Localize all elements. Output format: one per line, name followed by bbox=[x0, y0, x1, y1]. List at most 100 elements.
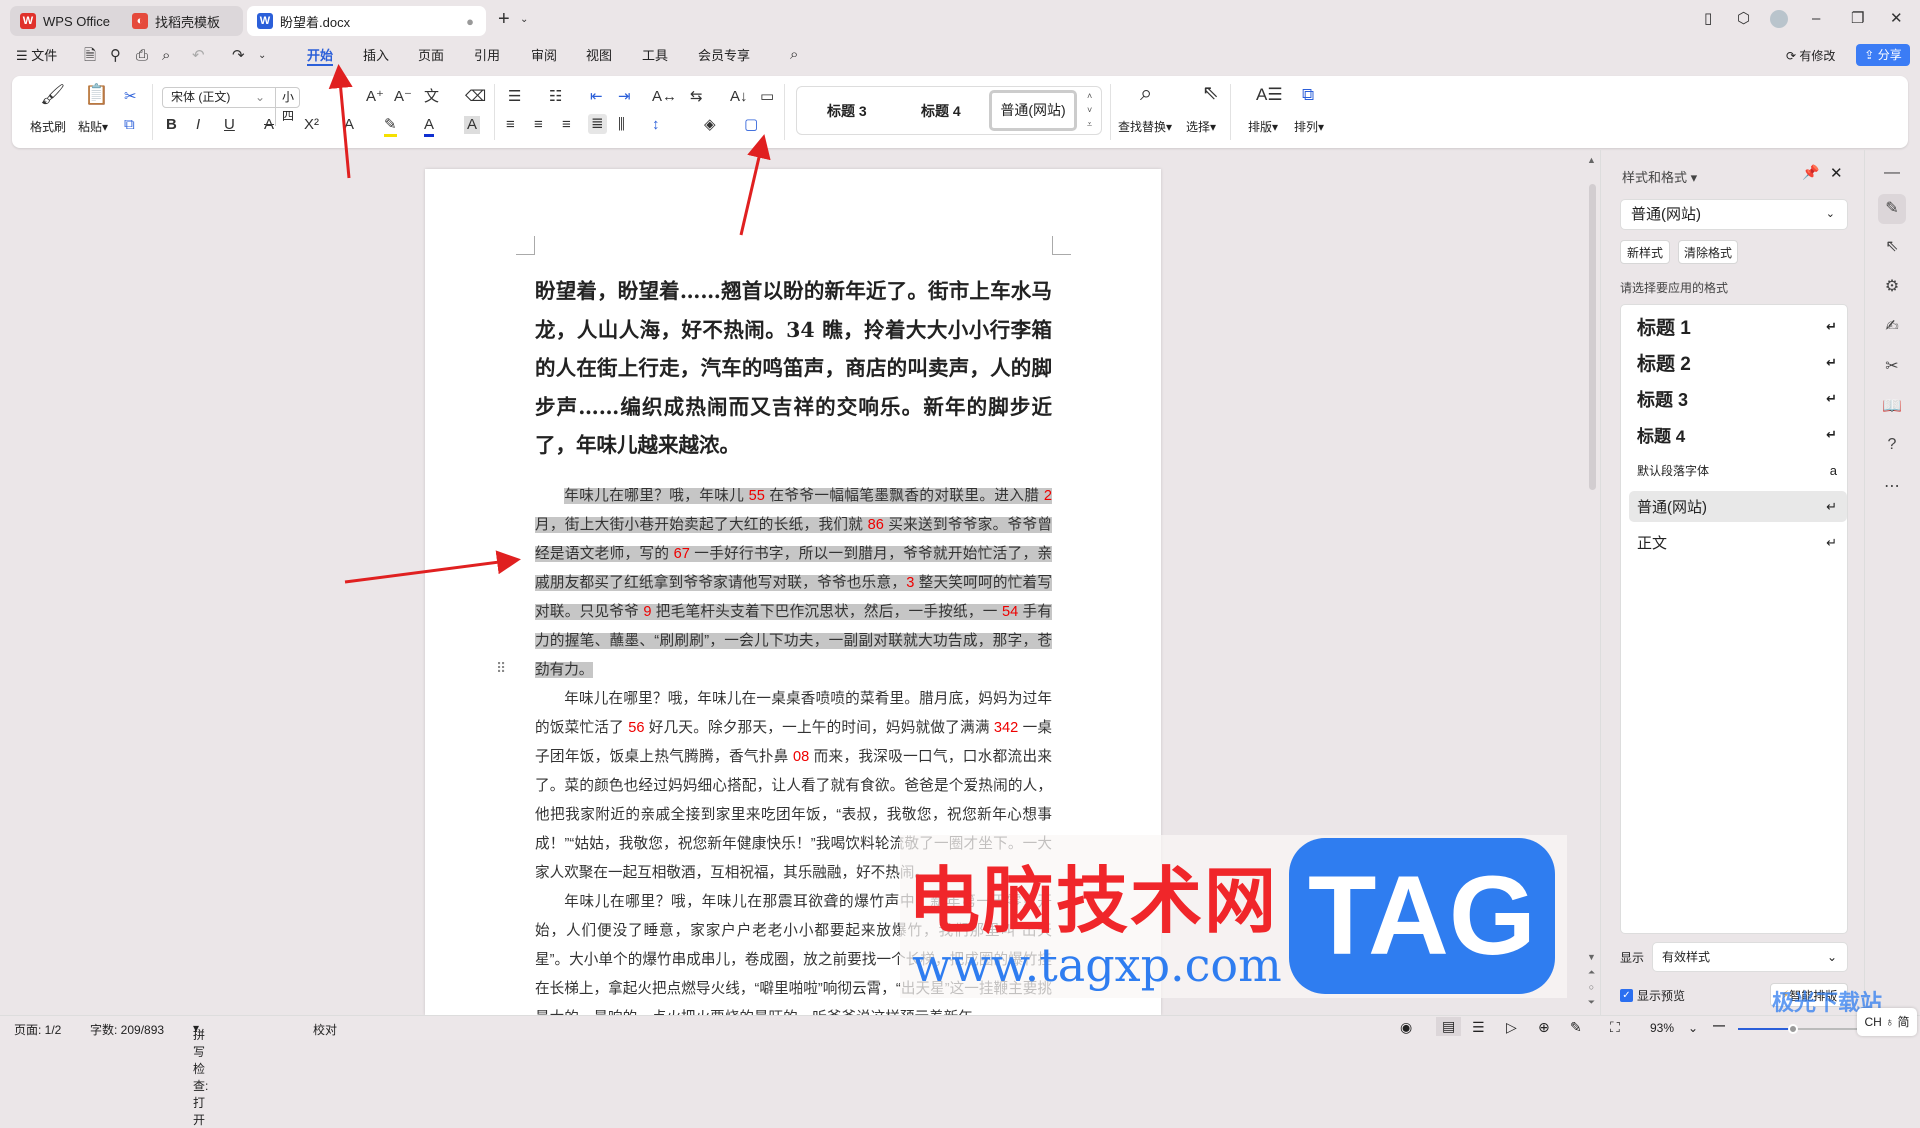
phonetic-icon[interactable]: 文 bbox=[424, 88, 439, 106]
undo-icon[interactable]: ↶ bbox=[192, 47, 205, 65]
style-item-default-font[interactable]: 默认段落字体 a bbox=[1629, 455, 1847, 486]
menu-tools[interactable]: 工具 bbox=[642, 46, 668, 66]
grow-font-icon[interactable]: A⁺ bbox=[366, 88, 384, 106]
border-icon[interactable]: ▢ bbox=[744, 116, 758, 134]
document-heading-paragraph[interactable]: 盼望着，盼望着……翘首以盼的新年近了。街市上车水马龙，人山人海，好不热闹。34 … bbox=[535, 272, 1052, 465]
ai-write-icon[interactable]: ✍ bbox=[1878, 316, 1906, 336]
font-color-icon[interactable]: A bbox=[424, 116, 435, 137]
zoom-level[interactable]: 93% bbox=[1650, 1021, 1674, 1035]
clear-format-icon[interactable]: ⌫ bbox=[465, 88, 486, 106]
zoom-slider[interactable] bbox=[1738, 1024, 1858, 1034]
style-normal-web[interactable]: 普通(网站) bbox=[989, 90, 1077, 131]
text-effect-icon[interactable]: A bbox=[344, 116, 354, 134]
play-icon[interactable]: ▷ bbox=[1506, 1019, 1517, 1036]
page-nav-buttons[interactable]: ▼ ⏶ ○ ⏷ bbox=[1587, 950, 1596, 1010]
close-panel-icon[interactable]: ✕ bbox=[1830, 164, 1843, 182]
numbered-list-icon[interactable]: ☷ bbox=[549, 88, 562, 106]
file-menu[interactable]: ☰ 文件 bbox=[16, 46, 57, 66]
zoom-chevron-icon[interactable]: ⌄ bbox=[1688, 1021, 1698, 1035]
restore-button[interactable]: ❐ bbox=[1851, 10, 1864, 28]
menu-home[interactable]: 开始 bbox=[307, 46, 334, 66]
tab-list-chevron-icon[interactable]: ⌄ bbox=[520, 11, 528, 29]
menu-vip[interactable]: 会员专享 bbox=[698, 46, 750, 66]
style-item-heading-1[interactable]: 标题 1 ↵ bbox=[1629, 311, 1847, 342]
gallery-scroll[interactable]: ˄ ˅ ⩡ bbox=[1087, 89, 1092, 131]
show-filter-select[interactable]: 有效样式 ⌄ bbox=[1652, 942, 1848, 972]
char-shading-icon[interactable]: A bbox=[464, 116, 481, 134]
adjust-sliders-icon[interactable]: ⚙ bbox=[1878, 276, 1906, 296]
tools-icon[interactable]: ✂ bbox=[1878, 356, 1906, 376]
pen-icon[interactable]: ✎ bbox=[1570, 1019, 1582, 1036]
save-icon[interactable]: 🗎 bbox=[84, 47, 96, 65]
find-replace-button[interactable]: 查找替换▾ bbox=[1118, 118, 1172, 135]
italic-icon[interactable]: I bbox=[196, 116, 200, 134]
fit-page-icon[interactable]: ⛶ bbox=[1610, 1019, 1620, 1036]
select-cursor-icon[interactable]: ⇖ bbox=[1202, 83, 1219, 103]
highlight-icon[interactable]: ✎ bbox=[384, 116, 397, 137]
tab-document[interactable]: W 盼望着.docx ● bbox=[247, 6, 486, 36]
font-size-select[interactable]: 小四 bbox=[275, 88, 299, 126]
menu-view[interactable]: 视图 bbox=[586, 46, 612, 66]
style-item-heading-3[interactable]: 标题 3 ↵ bbox=[1629, 383, 1847, 414]
strikethrough-icon[interactable]: A bbox=[264, 116, 274, 134]
cut-icon[interactable]: ✂ bbox=[124, 88, 137, 106]
print-preview-icon[interactable]: ⌕ bbox=[162, 47, 170, 65]
clear-format-button[interactable]: 清除格式 bbox=[1678, 240, 1738, 264]
link-icon[interactable]: ⚲ bbox=[110, 47, 121, 65]
menu-page[interactable]: 页面 bbox=[418, 46, 444, 66]
style-item-heading-4[interactable]: 标题 4 ↵ bbox=[1629, 419, 1847, 450]
tab-templates[interactable]: ◐ 找稻壳模板 bbox=[122, 6, 243, 36]
layout-button[interactable]: 排版▾ bbox=[1248, 118, 1278, 135]
scroll-up-icon[interactable]: ▲ bbox=[1587, 155, 1596, 165]
close-window-button[interactable]: ✕ bbox=[1890, 10, 1903, 28]
find-replace-icon[interactable]: ⌕ bbox=[1140, 82, 1152, 104]
style-heading-3[interactable]: 标题 3 bbox=[827, 101, 867, 121]
align-left-icon[interactable]: ≡ bbox=[506, 116, 515, 134]
menu-insert[interactable]: 插入 bbox=[363, 46, 389, 66]
justify-icon[interactable]: ≣ bbox=[588, 114, 607, 134]
new-style-button[interactable]: 新样式 bbox=[1620, 240, 1670, 264]
ruler-icon[interactable]: ▭ bbox=[760, 88, 774, 106]
eye-protection-icon[interactable]: ◉ bbox=[1400, 1019, 1412, 1036]
show-preview-checkbox[interactable]: ✓ 显示预览 bbox=[1620, 987, 1685, 1004]
help-icon[interactable]: ? bbox=[1878, 436, 1906, 454]
collapse-icon[interactable]: — bbox=[1878, 164, 1906, 182]
bullet-list-icon[interactable]: ☰ bbox=[508, 88, 521, 106]
select-cursor-icon[interactable]: ⇖ bbox=[1878, 236, 1906, 256]
more-chevron-icon[interactable]: ⌄ bbox=[258, 47, 266, 65]
minimize-button[interactable]: – bbox=[1812, 10, 1820, 28]
shading-icon[interactable]: ◈ bbox=[704, 116, 716, 134]
style-item-heading-2[interactable]: 标题 2 ↵ bbox=[1629, 347, 1847, 378]
ime-indicator[interactable]: CH ♁ 简 bbox=[1857, 1008, 1917, 1036]
vertical-scrollbar[interactable] bbox=[1589, 184, 1596, 490]
proofread-button[interactable]: 校对 bbox=[313, 1021, 337, 1038]
panel-title[interactable]: 样式和格式 ▾ bbox=[1622, 167, 1697, 186]
zoom-out-button[interactable]: — bbox=[1713, 1018, 1725, 1032]
pin-icon[interactable]: 📌 bbox=[1802, 164, 1819, 181]
superscript-icon[interactable]: X² bbox=[304, 116, 319, 134]
style-pen-icon[interactable]: ✎ bbox=[1878, 194, 1906, 224]
shrink-font-icon[interactable]: A⁻ bbox=[394, 88, 412, 106]
format-painter-button[interactable]: 格式刷 bbox=[30, 118, 66, 135]
copy-icon[interactable]: ⧉ bbox=[124, 116, 135, 134]
selected-paragraph[interactable]: 年味儿在哪里？哦，年味儿 55 在爷爷一幅幅笔墨飘香的对联里。进入腊 2 月，街… bbox=[535, 482, 1052, 685]
style-item-normal-web[interactable]: 普通(网站) ↵ bbox=[1629, 491, 1847, 522]
spell-check-toggle[interactable]: 拼写检查: 打开 ▾ bbox=[193, 1021, 208, 1127]
style-heading-4[interactable]: 标题 4 bbox=[921, 101, 961, 121]
arrange-icon[interactable]: ⧉ bbox=[1302, 86, 1314, 104]
line-spacing-icon[interactable]: ↕ bbox=[652, 116, 660, 134]
increase-indent-icon[interactable]: ⇥ bbox=[618, 88, 631, 106]
avatar[interactable] bbox=[1770, 10, 1788, 28]
layout-text-icon[interactable]: A☰ bbox=[1256, 86, 1283, 104]
redo-icon[interactable]: ↷ bbox=[232, 47, 245, 65]
paste-button[interactable]: 粘贴▾ bbox=[78, 118, 108, 135]
sort-icon[interactable]: A↓ bbox=[730, 88, 748, 106]
menu-review[interactable]: 审阅 bbox=[531, 46, 557, 66]
more-icon[interactable]: ⋯ bbox=[1878, 476, 1906, 496]
paste-icon[interactable]: 📋 bbox=[84, 85, 109, 105]
word-count[interactable]: 字数: 209/893 bbox=[90, 1021, 164, 1038]
select-button[interactable]: 选择▾ bbox=[1186, 118, 1216, 135]
outline-view-icon[interactable]: ☰ bbox=[1472, 1019, 1485, 1036]
line-break-icon[interactable]: ⇆ bbox=[690, 88, 703, 106]
book-search-icon[interactable]: 📖 bbox=[1878, 396, 1906, 416]
